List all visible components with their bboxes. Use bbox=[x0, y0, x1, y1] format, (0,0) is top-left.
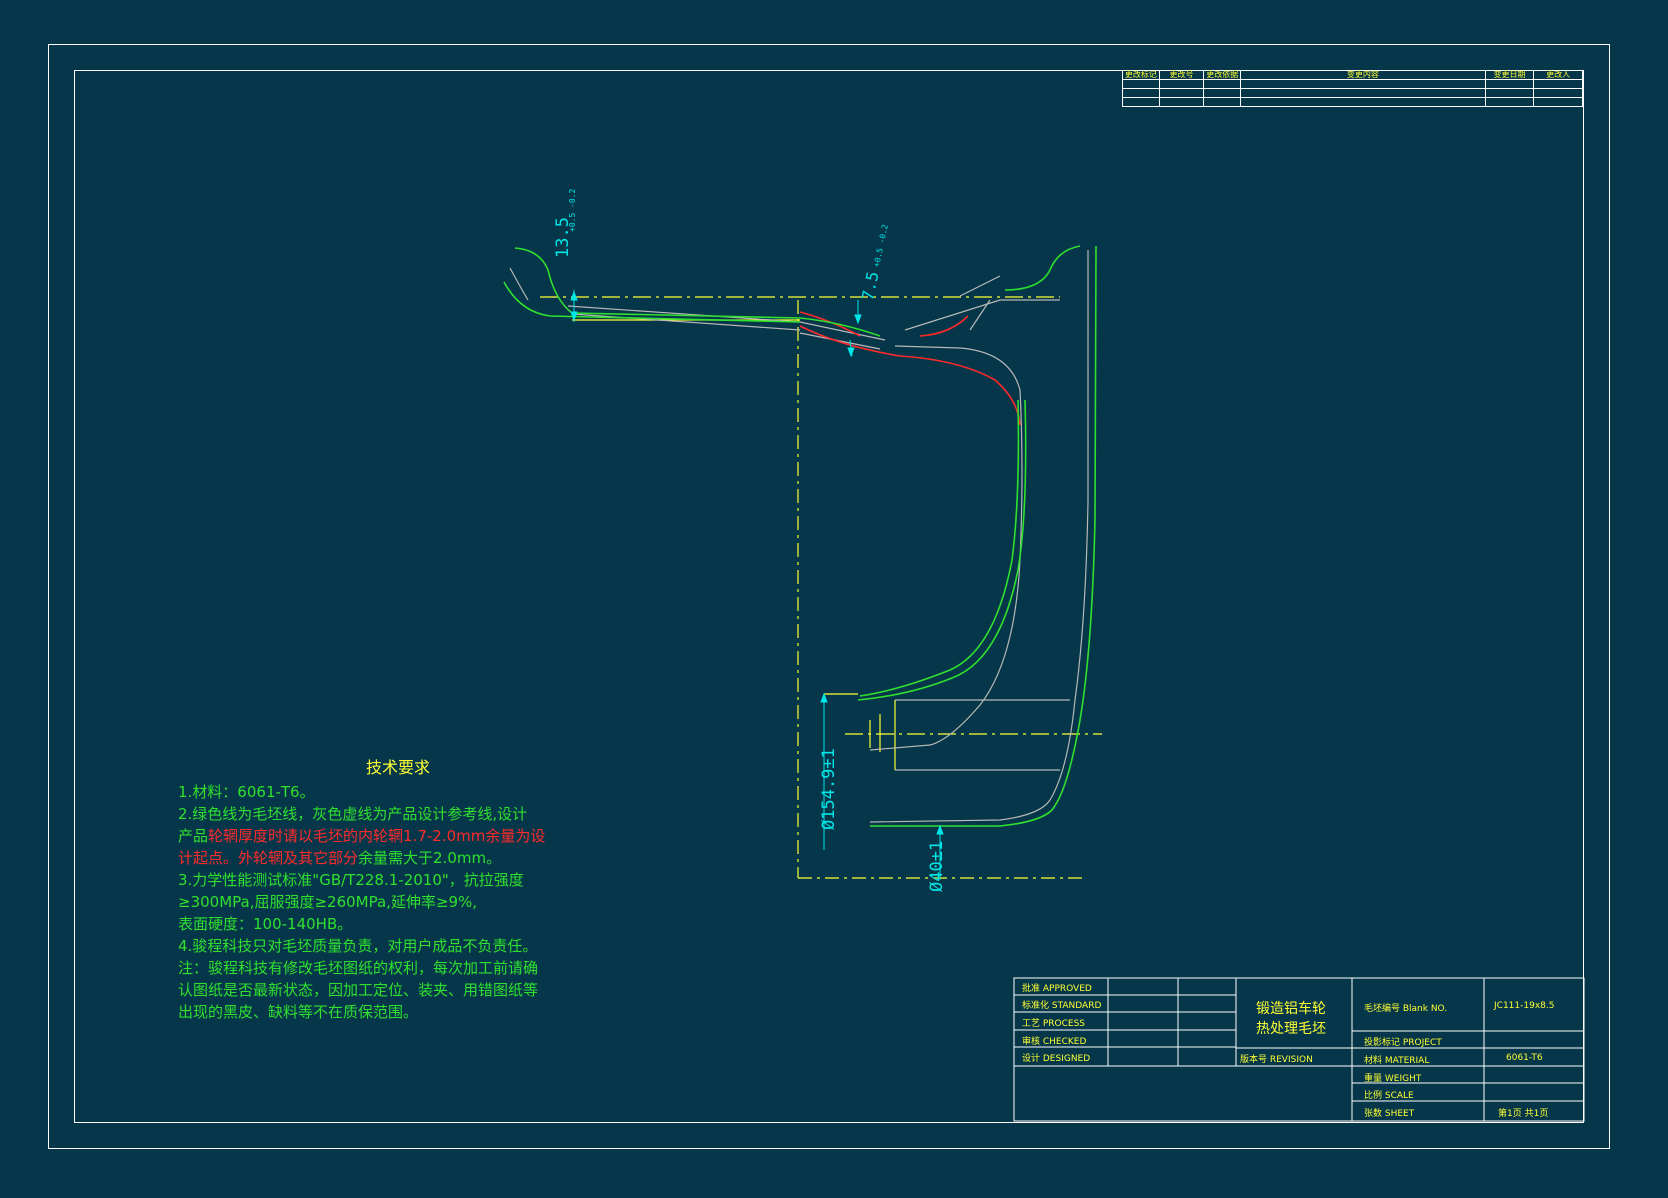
tb-blank-no-label: 毛坯编号 Blank NO. bbox=[1364, 1004, 1448, 1014]
tb-part-name-1: 锻造铝车轮 bbox=[1256, 1001, 1326, 1017]
tb-designed: 设计 DESIGNED bbox=[1022, 1054, 1091, 1064]
tb-project: 投影标记 PROJECT bbox=[1364, 1038, 1442, 1048]
tb-blank-no: JC111-19x8.5 bbox=[1494, 1001, 1555, 1011]
tb-standard: 标准化 STANDARD bbox=[1022, 1001, 1102, 1011]
tb-revision: 版本号 REVISION bbox=[1240, 1055, 1313, 1065]
tb-approved: 批准 APPROVED bbox=[1022, 984, 1092, 994]
tb-process: 工艺 PROCESS bbox=[1022, 1019, 1086, 1029]
tb-checked: 审核 CHECKED bbox=[1022, 1037, 1087, 1047]
tb-scale: 比例 SCALE bbox=[1364, 1091, 1414, 1101]
title-block-grid bbox=[1013, 977, 1585, 1122]
tb-sheet-label: 张数 SHEET bbox=[1364, 1109, 1415, 1119]
tb-material: 6061-T6 bbox=[1506, 1053, 1543, 1063]
tb-weight: 重量 WEIGHT bbox=[1364, 1074, 1422, 1084]
tb-material-label: 材料 MATERIAL bbox=[1364, 1056, 1430, 1066]
tb-sheet: 第1页 共1页 bbox=[1498, 1109, 1549, 1119]
tb-part-name-2: 热处理毛坯 bbox=[1256, 1021, 1326, 1037]
